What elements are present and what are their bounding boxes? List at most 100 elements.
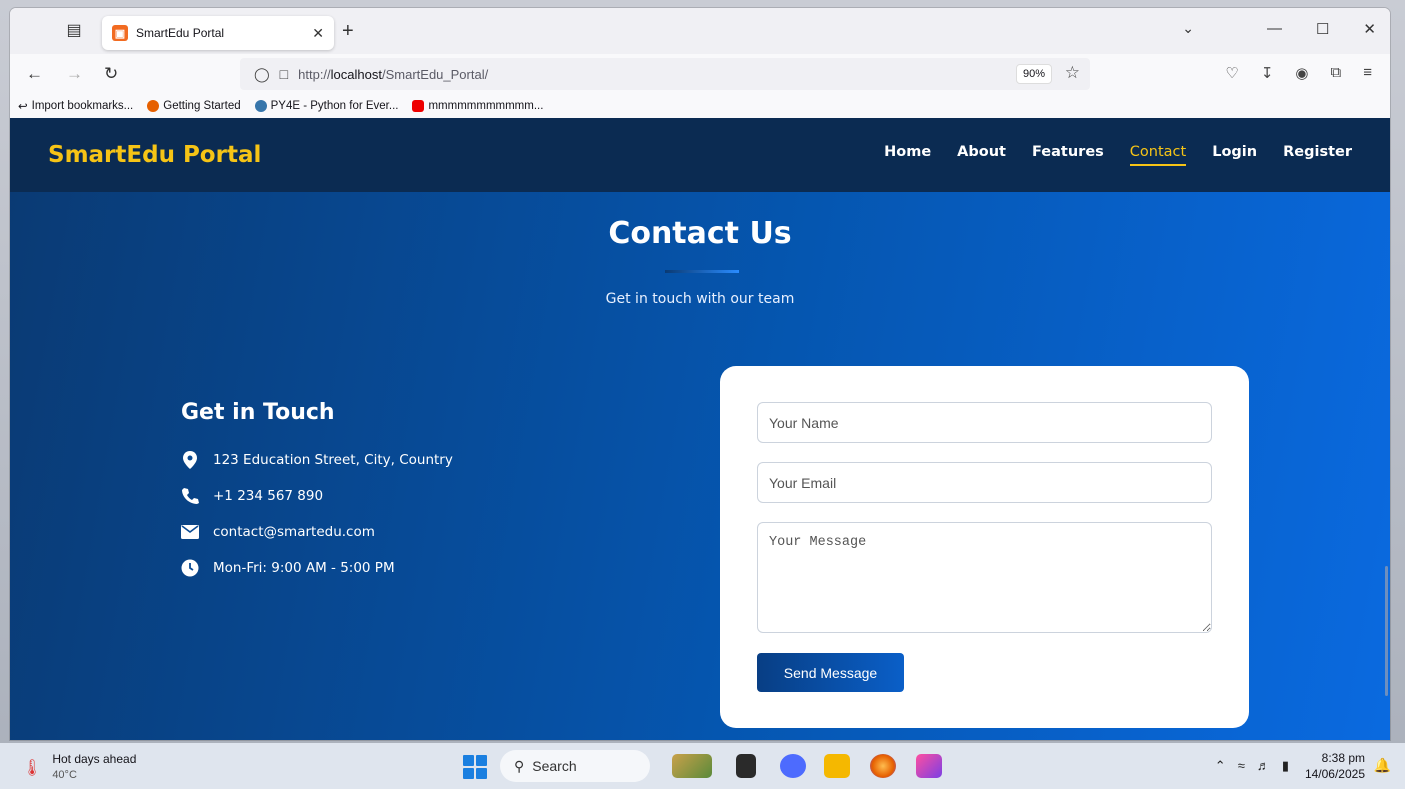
close-window-icon[interactable]: ✕ xyxy=(1363,20,1376,38)
battery-icon[interactable]: ▮ xyxy=(1282,758,1289,774)
bookmark-label: Import bookmarks... xyxy=(31,100,134,112)
bookmark-star-icon[interactable]: ☆ xyxy=(1065,63,1080,83)
site-nav: Home About Features Contact Login Regist… xyxy=(884,144,1352,166)
download-icon[interactable]: ↧ xyxy=(1261,64,1274,82)
url-text[interactable]: http://localhost/SmartEdu_Portal/ xyxy=(298,67,488,82)
title-underline xyxy=(665,270,739,273)
envelope-icon xyxy=(181,523,199,541)
search-label: Search xyxy=(532,758,577,774)
browser-tab[interactable]: ▣ SmartEdu Portal ✕ xyxy=(102,16,334,50)
nav-features[interactable]: Features xyxy=(1032,144,1104,166)
nav-home[interactable]: Home xyxy=(884,144,931,166)
tab-overview-icon[interactable]: ▤ xyxy=(64,20,84,40)
url-host: localhost xyxy=(330,66,382,82)
zoom-badge[interactable]: 90% xyxy=(1015,64,1052,84)
bookmark-import[interactable]: ↩ Import bookmarks... xyxy=(18,99,133,113)
page-content: SmartEdu Portal Home About Features Cont… xyxy=(10,118,1390,740)
contact-info-title: Get in Touch xyxy=(181,400,335,425)
page-title: Contact Us xyxy=(608,216,792,251)
tray-chevron-up-icon[interactable]: ⌃ xyxy=(1215,758,1226,774)
window-controls: — ☐ ✕ xyxy=(1267,20,1376,38)
nav-login[interactable]: Login xyxy=(1212,144,1257,166)
taskbar: 🌡 Hot days ahead 40°C ⚲ Search ⌃ ≈ ♬ ▮ 8… xyxy=(0,743,1405,789)
nav-about[interactable]: About xyxy=(957,144,1006,166)
menu-icon[interactable]: ≡ xyxy=(1363,64,1372,82)
weather-temp: 40°C xyxy=(52,769,77,781)
back-icon[interactable]: ← xyxy=(26,64,43,84)
widgets-app-icon[interactable] xyxy=(672,754,712,778)
weather-title: Hot days ahead xyxy=(52,752,137,766)
browser-window: ▤ ▣ SmartEdu Portal ✕ + ⌄ — ☐ ✕ ← → ↻ ◯ … xyxy=(10,8,1390,740)
email-input[interactable] xyxy=(757,462,1212,503)
clock-icon xyxy=(181,559,199,577)
minimize-icon[interactable]: — xyxy=(1267,20,1282,38)
site-brand[interactable]: SmartEdu Portal xyxy=(48,142,884,168)
message-textarea[interactable] xyxy=(757,522,1212,633)
bookmark-youtube[interactable]: mmmmmmmmmmm... xyxy=(412,100,543,112)
shield-icon[interactable]: ◯ xyxy=(254,66,270,83)
favicon-icon: ▣ xyxy=(112,25,128,41)
youtube-icon xyxy=(412,100,425,112)
toolbar-right: ♡ ↧ ◉ ⧉ ≡ xyxy=(1225,64,1372,82)
windows-start-icon[interactable] xyxy=(463,755,487,779)
forward-icon[interactable]: → xyxy=(66,64,83,84)
bookmark-label: PY4E - Python for Ever... xyxy=(270,100,399,112)
volume-icon[interactable]: ♬ xyxy=(1257,758,1270,774)
contact-form: Send Message xyxy=(720,366,1249,728)
taskbar-search[interactable]: ⚲ Search xyxy=(500,750,650,782)
firefox-icon xyxy=(147,100,160,112)
new-tab-button[interactable]: + xyxy=(342,20,354,43)
name-input[interactable] xyxy=(757,402,1212,443)
url-bar[interactable]: ◯ □ http://localhost/SmartEdu_Portal/ 90… xyxy=(240,58,1090,90)
bookmarks-bar: ↩ Import bookmarks... Getting Started PY4… xyxy=(10,94,1390,118)
close-tab-icon[interactable]: ✕ xyxy=(312,25,324,42)
python-icon xyxy=(254,100,267,112)
address-text: 123 Education Street, City, Country xyxy=(213,452,453,468)
page-icon[interactable]: □ xyxy=(280,66,288,82)
browser-nav-bar: ← → ↻ ◯ □ http://localhost/SmartEdu_Port… xyxy=(10,54,1390,94)
address-row: 123 Education Street, City, Country xyxy=(181,451,453,469)
email-row: contact@smartedu.com xyxy=(181,523,453,541)
account-icon[interactable]: ◉ xyxy=(1295,64,1308,82)
weather-widget[interactable]: 🌡 Hot days ahead 40°C xyxy=(22,752,136,783)
tab-list-chevron-icon[interactable]: ⌄ xyxy=(1182,20,1194,37)
thermometer-icon: 🌡 xyxy=(22,759,43,777)
bookmark-py4e[interactable]: PY4E - Python for Ever... xyxy=(254,100,399,112)
site-header: SmartEdu Portal Home About Features Cont… xyxy=(10,118,1390,192)
bookmark-label: Getting Started xyxy=(163,100,241,112)
file-explorer-icon[interactable] xyxy=(824,754,850,778)
nav-register[interactable]: Register xyxy=(1283,144,1352,166)
teams-icon[interactable] xyxy=(780,754,806,778)
weather-text: Hot days ahead 40°C xyxy=(52,752,136,783)
url-prefix: http:// xyxy=(298,66,331,82)
notification-bell-icon[interactable]: 🔔 xyxy=(1374,757,1391,774)
hours-row: Mon-Fri: 9:00 AM - 5:00 PM xyxy=(181,559,453,577)
task-view-icon[interactable] xyxy=(736,754,756,778)
contact-info: Get in Touch 123 Education Street, City,… xyxy=(181,400,453,595)
maximize-icon[interactable]: ☐ xyxy=(1316,20,1329,38)
nav-contact[interactable]: Contact xyxy=(1129,144,1187,166)
tab-title: SmartEdu Portal xyxy=(136,26,225,40)
media-app-icon[interactable] xyxy=(916,754,942,778)
clock-date: 14/06/2025 xyxy=(1304,767,1365,781)
wifi-icon[interactable]: ≈ xyxy=(1238,758,1245,774)
url-path: /SmartEdu_Portal/ xyxy=(381,66,489,82)
import-icon: ↩ xyxy=(18,101,28,113)
pocket-icon[interactable]: ♡ xyxy=(1225,64,1238,82)
clock-time: 8:38 pm xyxy=(1321,751,1365,765)
bookmark-getting-started[interactable]: Getting Started xyxy=(147,100,241,112)
tab-strip: ▤ ▣ SmartEdu Portal ✕ + ⌄ — ☐ ✕ xyxy=(10,8,1390,54)
send-message-button[interactable]: Send Message xyxy=(757,653,904,692)
phone-text: +1 234 567 890 xyxy=(213,488,324,504)
bookmark-label: mmmmmmmmmmm... xyxy=(428,100,544,112)
phone-row: +1 234 567 890 xyxy=(181,487,453,505)
extensions-icon[interactable]: ⧉ xyxy=(1331,64,1342,82)
system-tray: ⌃ ≈ ♬ ▮ xyxy=(1215,758,1289,774)
hours-text: Mon-Fri: 9:00 AM - 5:00 PM xyxy=(213,560,395,576)
page-scrollbar[interactable] xyxy=(1385,566,1388,696)
firefox-taskbar-icon[interactable] xyxy=(870,754,896,778)
reload-icon[interactable]: ↻ xyxy=(104,64,118,84)
taskbar-clock[interactable]: 8:38 pm 14/06/2025 xyxy=(1305,750,1365,782)
map-pin-icon xyxy=(181,451,199,469)
phone-icon xyxy=(181,487,199,505)
